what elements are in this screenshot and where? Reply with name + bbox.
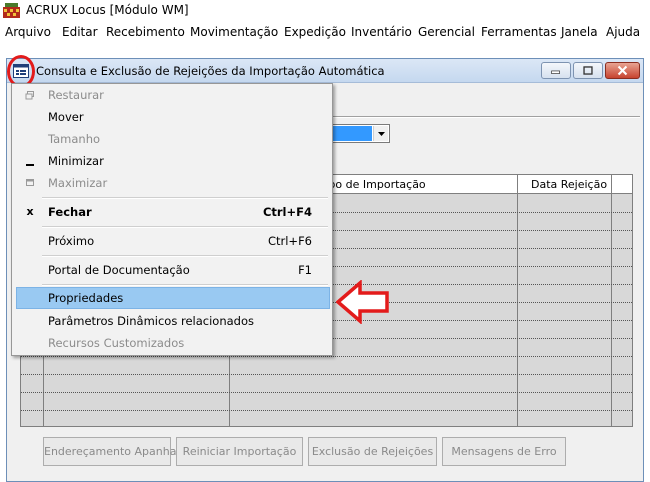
menu-ferramentas[interactable]: Ferramentas [481,25,557,39]
menu-editar[interactable]: Editar [62,25,98,39]
child-title-bar[interactable]: Consulta e Exclusão de Rejeições da Impo… [7,59,643,83]
maximize-button[interactable] [573,62,603,79]
menu-item-label: Propriedades [48,291,124,305]
menu-ajuda[interactable]: Ajuda [606,25,640,39]
menu-bar: Arquivo Editar Recebimento Movimentação … [0,22,650,42]
menu-item-label: Mover [48,110,84,124]
maximize-icon [583,66,593,75]
minimize-button[interactable] [541,62,571,79]
close-icon: x [26,205,34,218]
minimize-icon [551,70,560,74]
combo-dropdown-button[interactable] [373,126,388,141]
system-menu-popup: Restaurar Mover Tamanho Minimizar Maximi… [11,83,333,356]
menu-item-shortcut: F1 [298,263,312,277]
menu-item-shortcut: Ctrl+F4 [262,205,312,219]
menu-separator [42,226,328,228]
menu-item-recursos-customizados[interactable]: Recursos Customizados [12,332,332,354]
menu-item-parametros-dinamicos[interactable]: Parâmetros Dinâmicos relacionados [12,310,332,332]
menu-item-label: Portal de Documentação [48,263,190,277]
table-row [21,410,632,411]
import-type-combo[interactable] [326,124,390,143]
acrux-logo-icon [3,3,20,18]
table-row [21,374,632,375]
menu-item-label: Tamanho [48,132,101,146]
menu-item-fechar[interactable]: x Fechar Ctrl+F4 [12,201,332,223]
combo-selection [328,126,372,141]
menu-item-mover[interactable]: Mover [12,106,332,128]
menu-item-proximo[interactable]: Próximo Ctrl+F6 [12,230,332,252]
close-button[interactable] [605,62,640,79]
menu-item-maximizar[interactable]: Maximizar [12,172,332,194]
menu-arquivo[interactable]: Arquivo [5,25,51,39]
menu-item-propriedades[interactable]: Propriedades [16,287,330,309]
maximize-icon [26,179,34,186]
menu-recebimento[interactable]: Recebimento [106,25,185,39]
menu-item-label: Recursos Customizados [48,336,185,350]
separator-line [330,116,640,118]
exclusao-rejeicoes-button[interactable]: Exclusão de Rejeições [308,437,437,466]
app-title: ACRUX Locus [Módulo WM] [26,3,189,17]
menu-item-shortcut: Ctrl+F6 [267,234,312,248]
close-icon [617,65,628,76]
menu-item-label: Fechar [48,205,92,219]
menu-inventario[interactable]: Inventário [351,25,412,39]
menu-item-tamanho[interactable]: Tamanho [12,128,332,150]
table-row [21,356,632,357]
column-header-data-rejeicao[interactable]: Data Rejeição [531,178,607,191]
menu-separator [42,284,328,286]
menu-separator [42,197,328,199]
reiniciar-importacao-button[interactable]: Reiniciar Importação [176,437,303,466]
menu-item-label: Minimizar [48,154,104,168]
menu-item-label: Restaurar [48,88,104,102]
chevron-down-icon [378,132,385,136]
menu-movimentacao[interactable]: Movimentação [190,25,278,39]
app-title-bar: ACRUX Locus [Módulo WM] [0,0,650,22]
menu-separator [42,255,328,257]
menu-item-portal-documentacao[interactable]: Portal de Documentação F1 [12,259,332,281]
menu-item-restaurar[interactable]: Restaurar [12,84,332,106]
menu-item-label: Maximizar [48,176,108,190]
enderecamento-apanha-button[interactable]: Endereçamento Apanha [43,437,176,466]
menu-item-label: Próximo [48,234,95,248]
restore-icon [25,91,34,100]
column-header-tipo-importacao[interactable]: Tipo de Importação [319,178,426,191]
menu-janela[interactable]: Janela [561,25,598,39]
mensagens-erro-button[interactable]: Mensagens de Erro [442,437,566,466]
child-window-title: Consulta e Exclusão de Rejeições da Impo… [36,64,385,78]
menu-item-label: Parâmetros Dinâmicos relacionados [48,314,254,328]
menu-gerencial[interactable]: Gerencial [418,25,475,39]
table-row [21,392,632,393]
minimize-icon [26,164,34,166]
menu-expedicao[interactable]: Expedição [284,25,346,39]
annotation-arrow-icon [336,280,389,324]
menu-item-minimizar[interactable]: Minimizar [12,150,332,172]
